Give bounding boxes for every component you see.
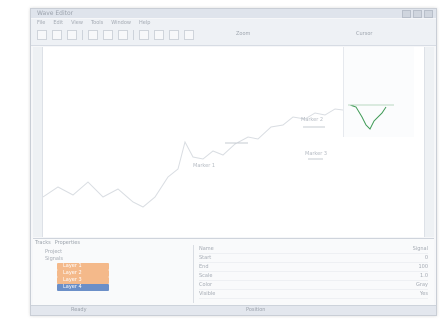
property-name: Scale	[199, 273, 213, 279]
property-row[interactable]: Visible Yes	[199, 290, 428, 299]
paste-icon[interactable]	[118, 30, 128, 40]
properties-grid: Name Signal Start 0 End 100 Scale 1.0 Color G…	[199, 245, 428, 301]
minimize-button[interactable]	[402, 10, 411, 18]
toolbar: File Edit View Tools Window Help Zoom Cu…	[31, 19, 436, 46]
status-position: Position	[246, 307, 266, 313]
preview-panel	[343, 47, 414, 137]
property-name: Visible	[199, 291, 216, 297]
marker-label-1: Marker 1	[193, 163, 215, 169]
cursor-label: Cursor	[356, 31, 373, 37]
menu-help[interactable]: Help	[139, 20, 150, 26]
property-name: Start	[199, 255, 212, 261]
toolbar-divider	[133, 30, 134, 40]
bottom-panel: Tracks Properties Project Signals Layer …	[33, 238, 434, 305]
save-icon[interactable]	[67, 30, 77, 40]
property-name: End	[199, 264, 209, 270]
menu-tools[interactable]: Tools	[91, 20, 103, 26]
zoom-out-icon[interactable]	[184, 30, 194, 40]
preview-line	[349, 104, 387, 130]
marker-label-2: Marker 2	[301, 117, 323, 123]
property-row[interactable]: Start 0	[199, 254, 428, 263]
panel-divider[interactable]	[193, 245, 194, 303]
status-bar: Ready Position	[31, 305, 436, 315]
right-ruler	[424, 47, 434, 237]
marker-label-3: Marker 3	[305, 151, 327, 157]
property-value: 100	[418, 264, 428, 270]
tree-item[interactable]: Layer 2	[57, 270, 109, 277]
cut-icon[interactable]	[88, 30, 98, 40]
bottom-tabs: Tracks Properties	[35, 240, 80, 246]
property-name: Color	[199, 282, 213, 288]
property-row[interactable]: Scale 1.0	[199, 272, 428, 281]
copy-icon[interactable]	[103, 30, 113, 40]
close-button[interactable]	[424, 10, 433, 18]
undo-icon[interactable]	[139, 30, 149, 40]
tree-item[interactable]: Layer 1	[57, 263, 109, 270]
property-name: Name	[199, 246, 214, 252]
zoom-label: Zoom	[236, 31, 251, 37]
new-icon[interactable]	[37, 30, 47, 40]
tree-item[interactable]: Project	[39, 249, 189, 256]
menu-bar: File Edit View Tools Window Help	[37, 20, 150, 26]
maximize-button[interactable]	[413, 10, 422, 18]
tab-tracks[interactable]: Tracks	[35, 240, 51, 246]
window-title: Wave Editor	[37, 10, 74, 17]
menu-window[interactable]: Window	[111, 20, 131, 26]
left-ruler	[33, 47, 43, 237]
property-row[interactable]: Name Signal	[199, 245, 428, 254]
menu-edit[interactable]: Edit	[53, 20, 63, 26]
property-value: Yes	[419, 291, 428, 297]
toolbar-divider	[82, 30, 83, 40]
window-controls	[402, 10, 433, 18]
property-row[interactable]: Color Gray	[199, 281, 428, 290]
tab-properties[interactable]: Properties	[55, 240, 80, 246]
redo-icon[interactable]	[154, 30, 164, 40]
property-row[interactable]: End 100	[199, 263, 428, 272]
open-icon[interactable]	[52, 30, 62, 40]
toolbar-buttons	[37, 30, 194, 40]
tree-item[interactable]: Layer 4	[57, 284, 109, 291]
waveform-line	[42, 108, 344, 208]
status-text: Ready	[71, 307, 87, 313]
track-tree: Project Signals Layer 1 Layer 2 Layer 3 …	[39, 249, 189, 303]
tree-item[interactable]: Layer 3	[57, 277, 109, 284]
property-value: 1.0	[420, 273, 428, 279]
property-value: Signal	[412, 246, 428, 252]
preview-canvas	[348, 104, 394, 130]
menu-file[interactable]: File	[37, 20, 45, 26]
tree-item[interactable]: Signals	[39, 256, 189, 263]
app-window: Wave Editor File Edit View Tools Window …	[30, 8, 437, 316]
title-bar: Wave Editor	[31, 9, 436, 18]
property-value: 0	[424, 255, 428, 261]
menu-view[interactable]: View	[71, 20, 83, 26]
property-value: Gray	[416, 282, 428, 288]
zoom-in-icon[interactable]	[169, 30, 179, 40]
